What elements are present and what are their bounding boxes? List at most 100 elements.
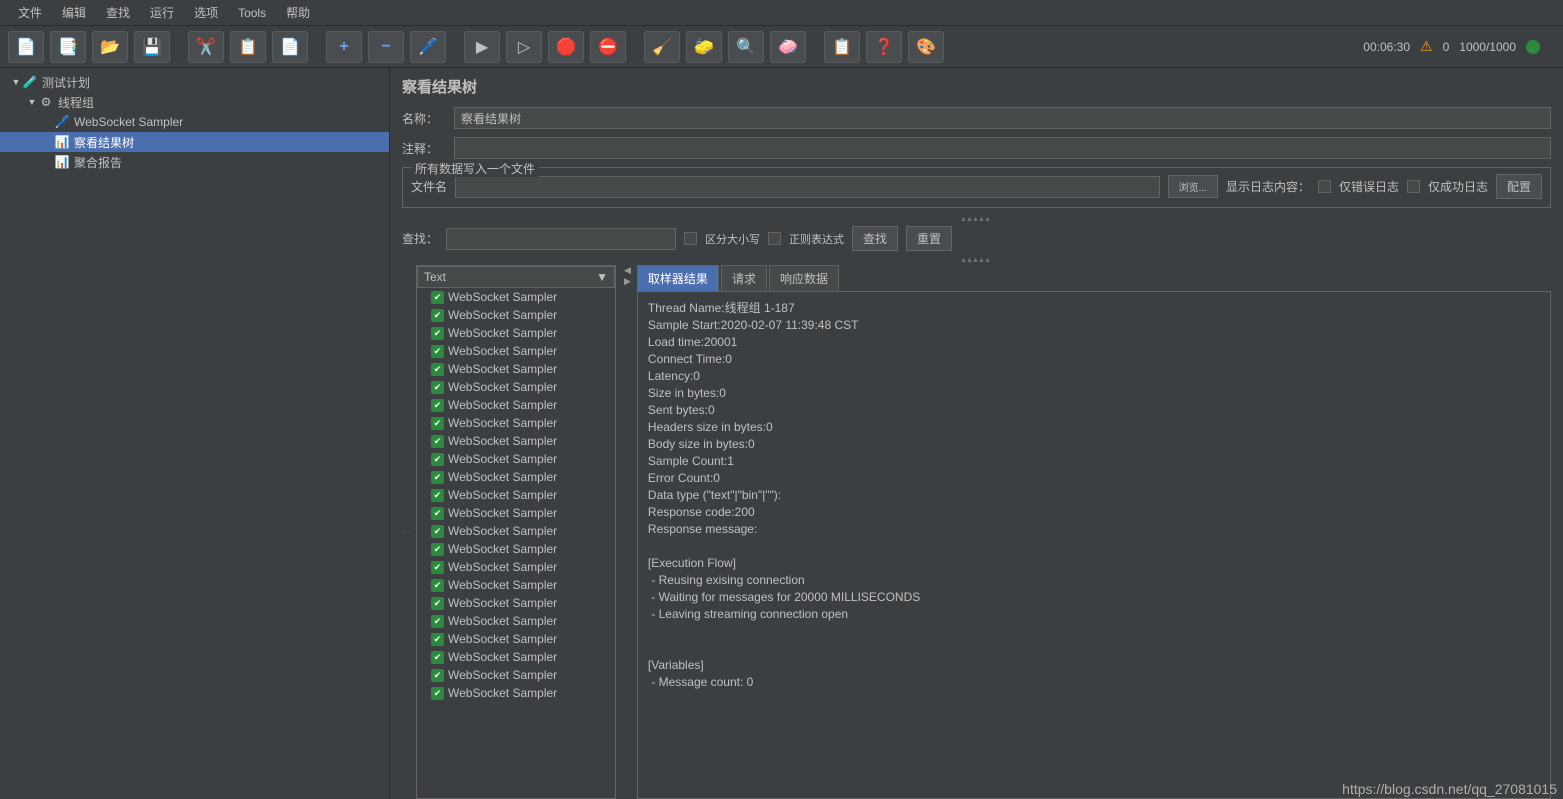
tree-label: 聚合报告 bbox=[74, 154, 122, 171]
list-item[interactable]: ✔WebSocket Sampler bbox=[417, 576, 615, 594]
list-item[interactable]: ✔WebSocket Sampler bbox=[417, 684, 615, 702]
menu-item[interactable]: 文件 bbox=[10, 1, 50, 24]
stop-icon[interactable]: 🛑 bbox=[548, 31, 584, 63]
menu-item[interactable]: 帮助 bbox=[278, 1, 318, 24]
list-item[interactable]: ✔WebSocket Sampler bbox=[417, 342, 615, 360]
expand-arrow-icon[interactable]: ▼ bbox=[10, 77, 22, 87]
cut-icon[interactable]: ✂️ bbox=[188, 31, 224, 63]
select-value: Text bbox=[424, 270, 446, 284]
fieldset-legend: 所有数据写入一个文件 bbox=[411, 160, 539, 177]
clear-all-icon[interactable]: 🧽 bbox=[686, 31, 722, 63]
start-icon[interactable]: ▶ bbox=[464, 31, 500, 63]
splitter-grip-icon[interactable]: ▴▴▴▴▴ bbox=[402, 255, 1551, 263]
new-icon[interactable]: 📄 bbox=[8, 31, 44, 63]
menu-item[interactable]: 运行 bbox=[142, 1, 182, 24]
list-item[interactable]: ✔WebSocket Sampler bbox=[417, 558, 615, 576]
find-button[interactable]: 查找 bbox=[852, 226, 898, 251]
shutdown-icon[interactable]: ⛔ bbox=[590, 31, 626, 63]
success-shield-icon: ✔ bbox=[431, 543, 444, 556]
expand-icon[interactable]: + bbox=[326, 31, 362, 63]
list-item[interactable]: ✔WebSocket Sampler bbox=[417, 324, 615, 342]
tab-request[interactable]: 请求 bbox=[721, 265, 767, 291]
copy-icon[interactable]: 📋 bbox=[230, 31, 266, 63]
reset-button[interactable]: 重置 bbox=[906, 226, 952, 251]
save-icon[interactable]: 💾 bbox=[134, 31, 170, 63]
splitter-grip-icon[interactable]: ▴▴▴▴▴ bbox=[402, 214, 1551, 222]
list-item[interactable]: ✔WebSocket Sampler bbox=[417, 450, 615, 468]
tree-root[interactable]: ▼ 🧪 测试计划 bbox=[0, 72, 389, 92]
list-item[interactable]: ✔WebSocket Sampler bbox=[417, 288, 615, 306]
clear-icon[interactable]: 🧹 bbox=[644, 31, 680, 63]
tree-item-aggregate[interactable]: 📊 聚合报告 bbox=[0, 152, 389, 172]
templates-icon[interactable]: 📑 bbox=[50, 31, 86, 63]
collapse-icon[interactable]: − bbox=[368, 31, 404, 63]
list-item[interactable]: ✔WebSocket Sampler bbox=[417, 612, 615, 630]
list-item[interactable]: ✔WebSocket Sampler bbox=[417, 486, 615, 504]
list-item[interactable]: ✔WebSocket Sampler bbox=[417, 468, 615, 486]
menu-item[interactable]: 查找 bbox=[98, 1, 138, 24]
search-input[interactable] bbox=[446, 228, 676, 250]
regex-checkbox[interactable] bbox=[768, 232, 781, 245]
list-item[interactable]: ✔WebSocket Sampler bbox=[417, 630, 615, 648]
only-success-checkbox[interactable] bbox=[1407, 180, 1420, 193]
name-input[interactable] bbox=[454, 107, 1551, 129]
list-item[interactable]: ✔WebSocket Sampler bbox=[417, 306, 615, 324]
success-shield-icon: ✔ bbox=[431, 471, 444, 484]
list-item[interactable]: ✔WebSocket Sampler bbox=[417, 414, 615, 432]
tab-response[interactable]: 响应数据 bbox=[769, 265, 839, 291]
tree-thread-group[interactable]: ▼ ⚙ 线程组 bbox=[0, 92, 389, 112]
tree-item-results-tree[interactable]: 📊 察看结果树 bbox=[0, 132, 389, 152]
list-item[interactable]: ✔WebSocket Sampler bbox=[417, 540, 615, 558]
menu-item[interactable]: 选项 bbox=[186, 1, 226, 24]
list-item[interactable]: ✔WebSocket Sampler bbox=[417, 522, 615, 540]
success-shield-icon: ✔ bbox=[431, 417, 444, 430]
list-item[interactable]: ✔WebSocket Sampler bbox=[417, 666, 615, 684]
function-helper-icon[interactable]: 📋 bbox=[824, 31, 860, 63]
menu-item[interactable]: 编辑 bbox=[54, 1, 94, 24]
success-shield-icon: ✔ bbox=[431, 633, 444, 646]
reset-search-icon[interactable]: 🧼 bbox=[770, 31, 806, 63]
render-format-select[interactable]: Text ▼ bbox=[417, 266, 615, 288]
toolbar-status: 00:06:30 ⚠ 0 1000/1000 bbox=[1363, 38, 1555, 55]
open-icon[interactable]: 📂 bbox=[92, 31, 128, 63]
success-shield-icon: ✔ bbox=[431, 615, 444, 628]
sampler-result-list[interactable]: ✔WebSocket Sampler✔WebSocket Sampler✔Web… bbox=[417, 288, 615, 798]
comment-input[interactable] bbox=[454, 137, 1551, 159]
menu-item[interactable]: Tools bbox=[230, 3, 274, 23]
filename-input[interactable] bbox=[455, 176, 1160, 198]
vertical-grip-icon[interactable]: ⋮ bbox=[402, 265, 410, 799]
toggle-icon[interactable]: 🖊️ bbox=[410, 31, 446, 63]
list-item[interactable]: ✔WebSocket Sampler bbox=[417, 648, 615, 666]
list-item-label: WebSocket Sampler bbox=[448, 578, 557, 592]
list-item[interactable]: ✔WebSocket Sampler bbox=[417, 504, 615, 522]
test-plan-tree[interactable]: ▼ 🧪 测试计划 ▼ ⚙ 线程组 🖊️ WebSocket Sampler 📊 … bbox=[0, 68, 390, 799]
list-item[interactable]: ✔WebSocket Sampler bbox=[417, 396, 615, 414]
list-item-label: WebSocket Sampler bbox=[448, 506, 557, 520]
help-icon[interactable]: ❓ bbox=[866, 31, 902, 63]
tree-item-sampler[interactable]: 🖊️ WebSocket Sampler bbox=[0, 112, 389, 132]
elapsed-time: 00:06:30 bbox=[1363, 40, 1410, 54]
warning-icon[interactable]: ⚠ bbox=[1420, 38, 1433, 55]
search-icon[interactable]: 🔍 bbox=[728, 31, 764, 63]
running-indicator-icon bbox=[1526, 40, 1540, 54]
nav-arrows-icon[interactable]: ◀▶ bbox=[624, 265, 631, 799]
flask-icon: 🧪 bbox=[22, 75, 38, 89]
sampler-result-detail[interactable]: Thread Name:线程组 1-187 Sample Start:2020-… bbox=[637, 292, 1551, 799]
list-item[interactable]: ✔WebSocket Sampler bbox=[417, 360, 615, 378]
expand-arrow-icon[interactable]: ▼ bbox=[26, 97, 38, 107]
case-sensitive-checkbox[interactable] bbox=[684, 232, 697, 245]
tab-sampler-result[interactable]: 取样器结果 bbox=[637, 265, 719, 291]
list-item-label: WebSocket Sampler bbox=[448, 452, 557, 466]
heap-dump-icon[interactable]: 🎨 bbox=[908, 31, 944, 63]
list-item[interactable]: ✔WebSocket Sampler bbox=[417, 378, 615, 396]
list-item[interactable]: ✔WebSocket Sampler bbox=[417, 432, 615, 450]
list-item[interactable]: ✔WebSocket Sampler bbox=[417, 594, 615, 612]
only-error-checkbox[interactable] bbox=[1318, 180, 1331, 193]
browse-button[interactable]: 浏览... bbox=[1168, 175, 1218, 198]
configure-button[interactable]: 配置 bbox=[1496, 174, 1542, 199]
thread-count: 1000/1000 bbox=[1459, 40, 1516, 54]
list-item-label: WebSocket Sampler bbox=[448, 560, 557, 574]
paste-icon[interactable]: 📄 bbox=[272, 31, 308, 63]
start-no-pause-icon[interactable]: ▷ bbox=[506, 31, 542, 63]
success-shield-icon: ✔ bbox=[431, 525, 444, 538]
